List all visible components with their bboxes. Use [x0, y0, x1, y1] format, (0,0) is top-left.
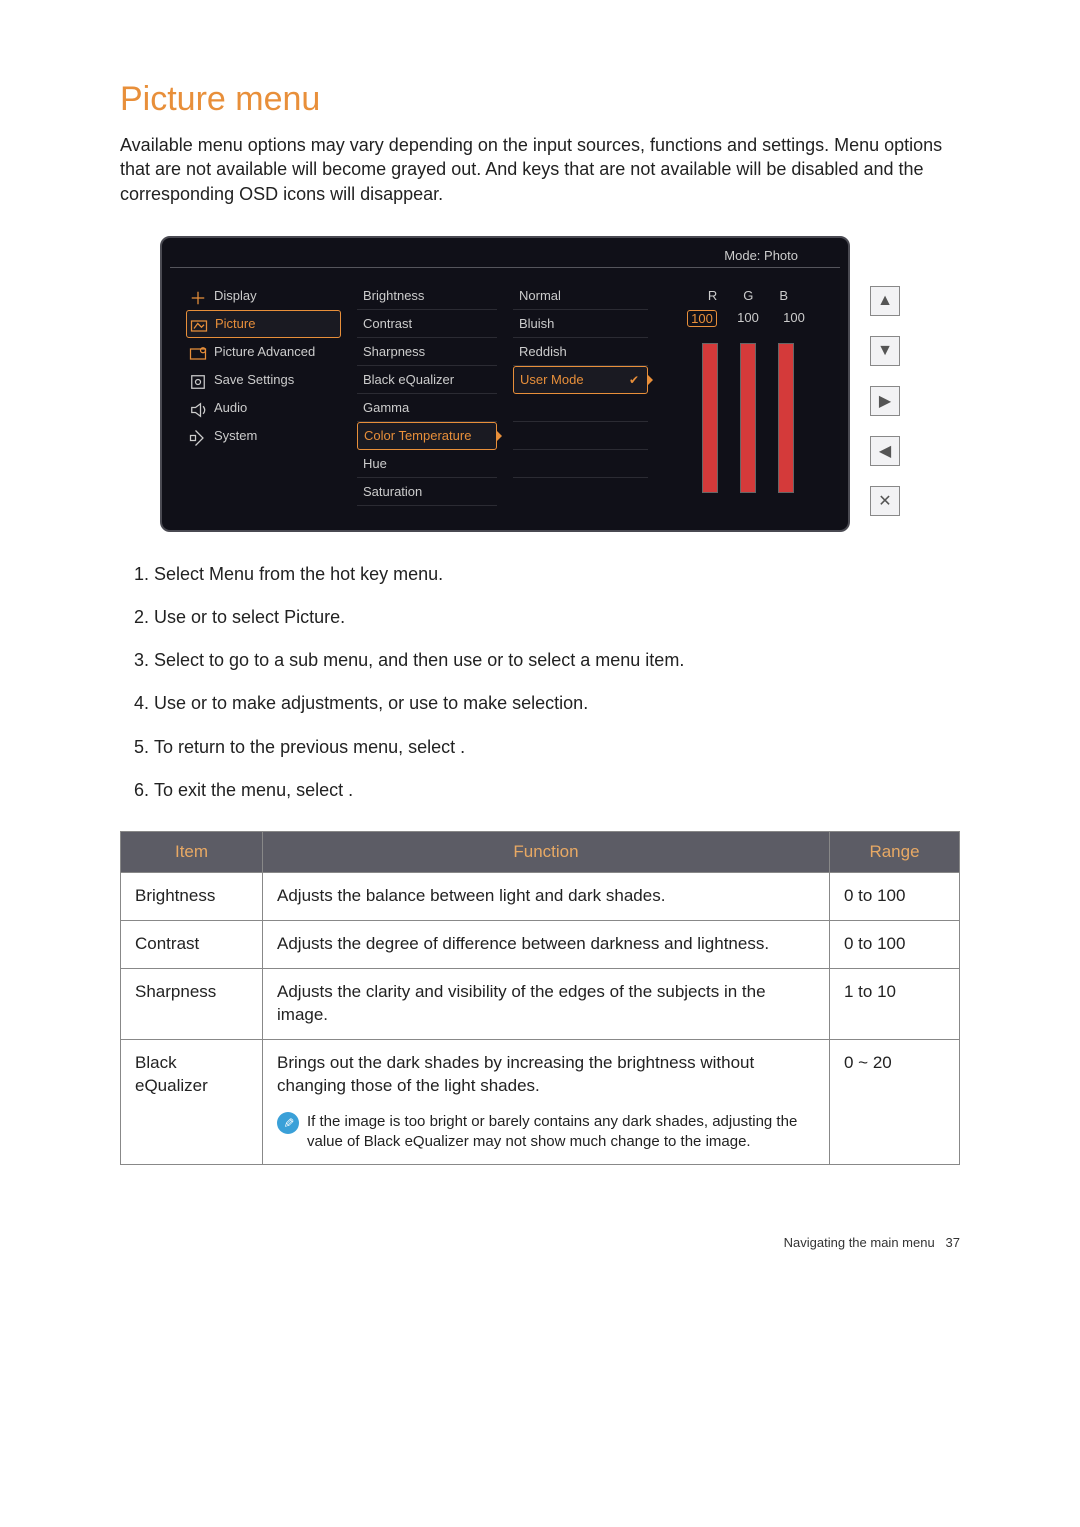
rgb-label-r: R	[708, 288, 717, 303]
main-menu-audio[interactable]: Audio	[186, 394, 341, 422]
side-button-column: ▲ ▼ ▶ ◀ ✕	[870, 286, 900, 516]
options-column: NormalBluishReddishUser Mode	[513, 282, 648, 506]
sub-menu-sharpness[interactable]: Sharpness	[357, 338, 497, 366]
step-2: Use or to select Picture.	[154, 605, 960, 630]
rgb-bar-r[interactable]	[702, 343, 718, 493]
left-button-icon[interactable]: ◀	[870, 436, 900, 466]
up-button-icon[interactable]: ▲	[870, 286, 900, 316]
cell-item: Brightness	[121, 873, 263, 921]
steps-list: Select Menu from the hot key menu. Use or…	[154, 562, 960, 803]
page-footer: Navigating the main menu 37	[120, 1235, 960, 1250]
sub-menu-saturation[interactable]: Saturation	[357, 478, 497, 506]
main-menu-save-settings[interactable]: Save Settings	[186, 366, 341, 394]
page-title: Picture menu	[120, 80, 960, 119]
ct-option-bluish[interactable]: Bluish	[513, 310, 648, 338]
table-row: BrightnessAdjusts the balance between li…	[121, 873, 960, 921]
menu-icon	[188, 372, 208, 388]
main-menu-system[interactable]: System	[186, 422, 341, 450]
cell-range: 1 to 10	[830, 968, 960, 1039]
ct-option-blank	[513, 394, 648, 422]
rgb-label-g: G	[743, 288, 753, 303]
rgb-value-g[interactable]: 100	[733, 310, 763, 327]
table-row: Black eQualizerBrings out the dark shade…	[121, 1039, 960, 1164]
mode-label: Mode: Photo	[162, 238, 848, 267]
cell-item: Contrast	[121, 920, 263, 968]
cell-function: Brings out the dark shades by increasing…	[263, 1039, 830, 1164]
rgb-bar-b[interactable]	[778, 343, 794, 493]
cell-function: Adjusts the degree of difference between…	[263, 920, 830, 968]
main-menu-column: Display Picture Picture Advanced Save Setti…	[186, 282, 341, 506]
rgb-panel: R G B 100 100 100	[664, 282, 832, 506]
cell-item: Sharpness	[121, 968, 263, 1039]
sub-menu-gamma[interactable]: Gamma	[357, 394, 497, 422]
down-button-icon[interactable]: ▼	[870, 336, 900, 366]
table-header-item: Item	[121, 832, 263, 873]
ct-option-normal[interactable]: Normal	[513, 282, 648, 310]
cell-function: Adjusts the clarity and visibility of th…	[263, 968, 830, 1039]
table-row: SharpnessAdjusts the clarity and visibil…	[121, 968, 960, 1039]
table-header-function: Function	[263, 832, 830, 873]
rgb-label-b: B	[779, 288, 788, 303]
step-3: Select to go to a sub menu, and then use…	[154, 648, 960, 673]
menu-icon	[188, 428, 208, 444]
cell-function: Adjusts the balance between light and da…	[263, 873, 830, 921]
menu-label: Save Settings	[214, 372, 294, 387]
ct-option-blank	[513, 422, 648, 450]
ct-option-reddish[interactable]: Reddish	[513, 338, 648, 366]
menu-icon	[188, 344, 208, 360]
settings-table: ItemFunctionRange BrightnessAdjusts the …	[120, 831, 960, 1165]
right-button-icon[interactable]: ▶	[870, 386, 900, 416]
cell-range: 0 to 100	[830, 920, 960, 968]
cell-item: Black eQualizer	[121, 1039, 263, 1164]
ct-option-blank	[513, 450, 648, 478]
intro-text: Available menu options may vary dependin…	[120, 133, 960, 206]
cell-range: 0 ~ 20	[830, 1039, 960, 1164]
sub-menu-black-equalizer[interactable]: Black eQualizer	[357, 366, 497, 394]
menu-icon	[189, 316, 209, 332]
menu-label: Picture	[215, 316, 255, 331]
sub-menu-brightness[interactable]: Brightness	[357, 282, 497, 310]
menu-icon	[188, 400, 208, 416]
menu-label: Display	[214, 288, 257, 303]
osd-screenshot: Mode: Photo Display Picture Picture Advanc…	[160, 236, 960, 532]
sub-menu-contrast[interactable]: Contrast	[357, 310, 497, 338]
main-menu-picture[interactable]: Picture	[186, 310, 341, 338]
main-menu-display[interactable]: Display	[186, 282, 341, 310]
note-icon	[277, 1112, 299, 1134]
step-4: Use or to make adjustments, or use to ma…	[154, 691, 960, 716]
cell-range: 0 to 100	[830, 873, 960, 921]
table-header-range: Range	[830, 832, 960, 873]
osd-panel: Mode: Photo Display Picture Picture Advanc…	[160, 236, 850, 532]
rgb-value-b[interactable]: 100	[779, 310, 809, 327]
rgb-bar-g[interactable]	[740, 343, 756, 493]
menu-icon	[188, 288, 208, 304]
step-1: Select Menu from the hot key menu.	[154, 562, 960, 587]
main-menu-picture-advanced[interactable]: Picture Advanced	[186, 338, 341, 366]
sub-menu-color-temperature[interactable]: Color Temperature	[357, 422, 497, 450]
ct-option-user-mode[interactable]: User Mode	[513, 366, 648, 394]
menu-label: Audio	[214, 400, 247, 415]
step-6: To exit the menu, select .	[154, 778, 960, 803]
close-button-icon[interactable]: ✕	[870, 486, 900, 516]
table-row: ContrastAdjusts the degree of difference…	[121, 920, 960, 968]
step-5: To return to the previous menu, select .	[154, 735, 960, 760]
menu-label: System	[214, 428, 257, 443]
rgb-value-r[interactable]: 100	[687, 310, 717, 327]
sub-menu-hue[interactable]: Hue	[357, 450, 497, 478]
menu-label: Picture Advanced	[214, 344, 315, 359]
sub-menu-column: BrightnessContrastSharpnessBlack eQualiz…	[357, 282, 497, 506]
